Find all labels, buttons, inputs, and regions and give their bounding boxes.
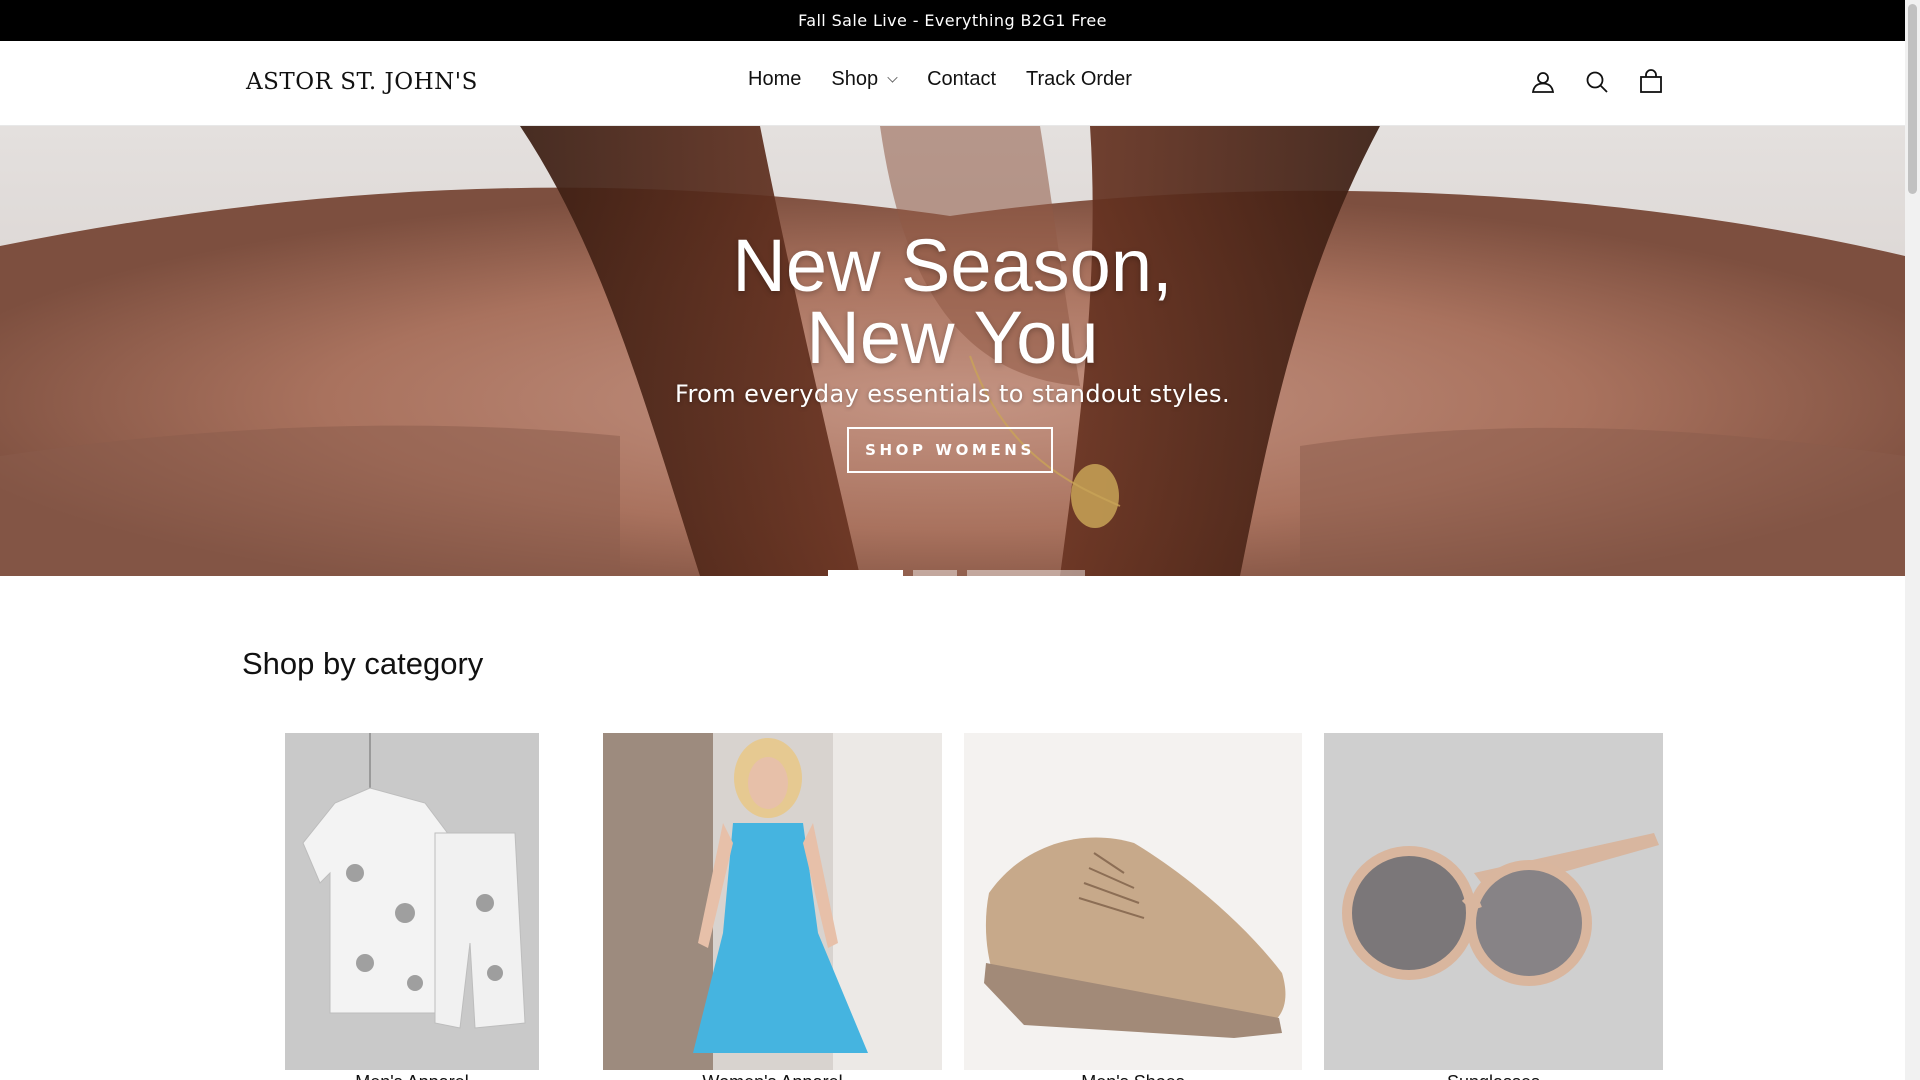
announcement-text: Fall Sale Live - Everything B2G1 Free xyxy=(798,11,1107,30)
scrollbar-thumb[interactable] xyxy=(1908,4,1917,194)
search-icon[interactable] xyxy=(1584,69,1610,95)
category-label-womens-apparel[interactable]: Women's Apparel xyxy=(603,1072,942,1080)
hero-slideshow: New Season, New You From everyday essent… xyxy=(0,126,1905,576)
nav-home-label: Home xyxy=(748,68,802,90)
account-icon[interactable] xyxy=(1530,69,1556,95)
logo-text: ASTOR ST. JOHN'S xyxy=(246,69,478,95)
category-section-title: Shop by category xyxy=(242,646,484,681)
hawaiian-shirt-set-image xyxy=(285,733,539,1070)
category-label-sunglasses[interactable]: Sunglasses xyxy=(1324,1072,1663,1080)
nav-home[interactable]: Home xyxy=(748,68,801,91)
chevron-down-icon xyxy=(887,72,898,83)
nav-shop[interactable]: Shop xyxy=(831,68,898,91)
hero-content: New Season, New You From everyday essent… xyxy=(0,126,1905,576)
category-card-womens-apparel[interactable] xyxy=(603,733,942,1070)
category-label-mens-shoes[interactable]: Men's Shoes xyxy=(964,1072,1302,1080)
nav-contact-label: Contact xyxy=(927,68,997,90)
hero-subtitle: From everyday essentials to standout sty… xyxy=(674,380,1230,408)
main-nav: Home Shop Contact Track Order xyxy=(748,68,1162,91)
page-scrollbar[interactable] xyxy=(1905,0,1920,1080)
site-header: ASTOR ST. JOHN'S Home Shop Contact Track… xyxy=(0,41,1905,126)
category-card-mens-shoes[interactable] xyxy=(964,733,1302,1070)
header-icons xyxy=(1530,69,1664,95)
slide-dot-1[interactable] xyxy=(828,570,903,576)
category-card-sunglasses[interactable] xyxy=(1324,733,1663,1070)
hero-title: New Season, New You xyxy=(0,224,1905,379)
slide-indicators xyxy=(828,570,1085,576)
announcement-bar: Fall Sale Live - Everything B2G1 Free xyxy=(0,0,1905,41)
hero-title-line1: New Season, xyxy=(732,224,1173,307)
page: Fall Sale Live - Everything B2G1 Free AS… xyxy=(0,0,1905,1080)
site-logo[interactable]: ASTOR ST. JOHN'S xyxy=(246,69,478,95)
leather-shoe-image xyxy=(964,733,1302,1070)
nav-shop-label: Shop xyxy=(831,68,879,90)
hero-title-line2: New You xyxy=(806,296,1099,379)
slide-dot-3[interactable] xyxy=(967,570,1085,576)
slide-dot-2[interactable] xyxy=(913,570,957,576)
category-card-mens-apparel[interactable] xyxy=(285,733,539,1070)
nav-track-order[interactable]: Track Order xyxy=(1026,68,1132,91)
shop-womens-button[interactable]: SHOP WOMENS xyxy=(847,427,1053,473)
category-label-mens-apparel[interactable]: Men's Apparel xyxy=(285,1072,539,1080)
cart-icon[interactable] xyxy=(1638,69,1664,95)
nav-contact[interactable]: Contact xyxy=(927,68,996,91)
blue-dress-image xyxy=(603,733,942,1070)
round-sunglasses-image xyxy=(1324,733,1663,1070)
nav-track-order-label: Track Order xyxy=(1026,68,1132,90)
